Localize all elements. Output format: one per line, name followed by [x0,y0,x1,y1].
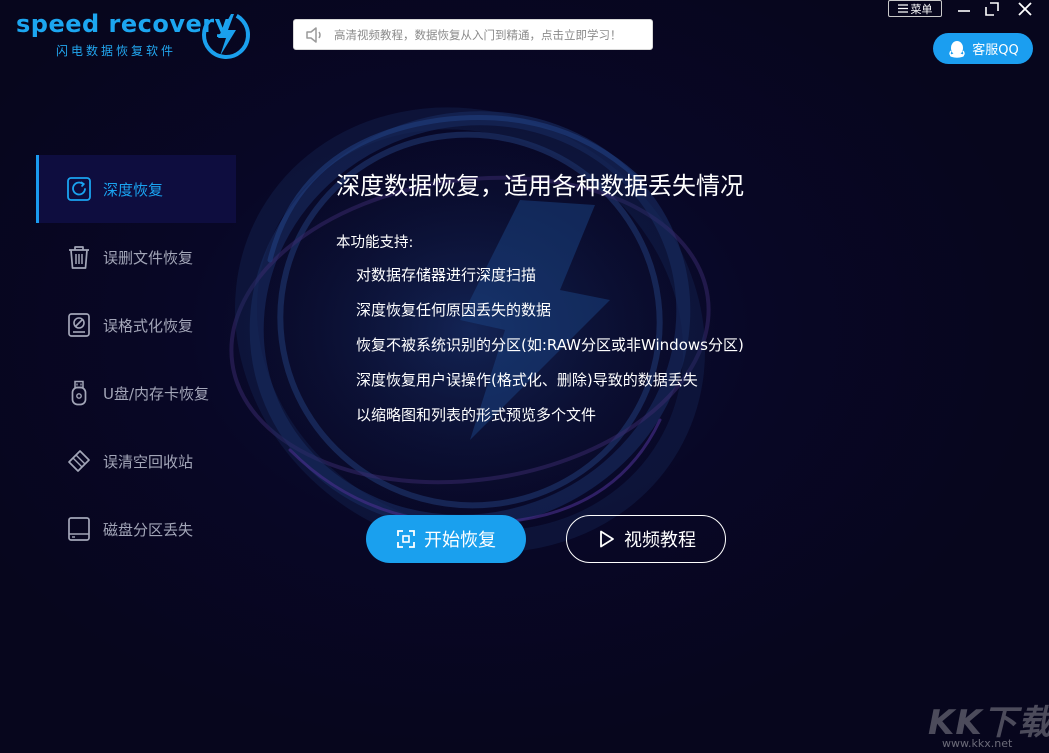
video-tutorial-label: 视频教程 [624,530,696,551]
list-item: 深度恢复用户误操作(格式化、删除)导致的数据丢失 [356,371,698,389]
sidebar-item-label: U盘/内存卡恢复 [103,384,210,403]
menu-button-label: 菜单 [910,2,933,16]
site-watermark: KK下载 www.kkx.net [928,695,1049,753]
lightning-logo-icon [202,11,250,59]
sidebar-item-label: 误删文件恢复 [103,248,194,267]
sidebar-item-label: 误清空回收站 [103,452,194,471]
logo-subtitle: 闪电数据恢复软件 [56,44,177,58]
list-item: 深度恢复任何原因丢失的数据 [356,301,552,319]
minimize-button[interactable] [954,0,974,18]
maximize-icon [985,2,999,16]
sidebar-item-label: 误格式化恢复 [103,316,194,335]
qq-penguin-icon [949,40,966,58]
play-icon [600,530,614,548]
notice-text: 高清视频教程，数据恢复从入门到精通，点击立即学习！ [334,27,622,42]
sidebar-item-usb-card-recovery[interactable]: U盘/内存卡恢复 [36,359,236,427]
list-item: 恢复不被系统识别的分区(如:RAW分区或非Windows分区) [356,336,744,354]
sidebar-item-label: 磁盘分区丢失 [103,520,194,539]
app-logo: speed recovery 闪电数据恢复软件 [16,8,256,60]
speaker-icon [306,26,321,43]
sidebar-nav: 深度恢复 误删文件恢复 误格式化恢复 U盘/内存卡恢复 误清空回收站 磁盘分区丢… [36,155,236,563]
feature-list: 对数据存储器进行深度扫描 深度恢复任何原因丢失的数据 恢复不被系统识别的分区(如… [356,264,744,439]
start-recovery-label: 开始恢复 [424,530,496,551]
video-tutorial-button[interactable]: 视频教程 [566,515,726,563]
sidebar-item-label: 深度恢复 [103,180,164,199]
disk-icon [68,517,90,541]
trash-icon [69,246,89,269]
close-icon [1018,2,1032,16]
customer-service-qq-button[interactable]: 客服QQ [933,33,1033,64]
format-disk-icon [68,313,90,337]
close-button[interactable] [1015,0,1035,18]
sidebar-item-deleted-files[interactable]: 误删文件恢复 [36,223,236,291]
usb-icon [71,380,87,406]
deep-recovery-icon [67,177,91,201]
menu-button[interactable]: 菜单 [888,0,942,17]
start-recovery-button[interactable]: 开始恢复 [366,515,526,563]
sidebar-item-formatted-recovery[interactable]: 误格式化恢复 [36,291,236,359]
hamburger-icon [897,4,908,13]
minimize-icon [958,10,970,12]
page-title: 深度数据恢复，适用各种数据丢失情况 [336,172,744,200]
maximize-button[interactable] [982,0,1002,18]
scan-icon [397,530,415,548]
tutorial-notice-bar[interactable]: 高清视频教程，数据恢复从入门到精通，点击立即学习！ [293,19,653,50]
sidebar-item-deep-recovery[interactable]: 深度恢复 [36,155,236,223]
eraser-icon [68,450,90,472]
support-heading: 本功能支持: [336,235,414,251]
sidebar-item-partition-lost[interactable]: 磁盘分区丢失 [36,495,236,563]
sidebar-item-recycle-bin[interactable]: 误清空回收站 [36,427,236,495]
list-item: 以缩略图和列表的形式预览多个文件 [356,406,597,424]
watermark-url: www.kkx.net [942,737,1013,750]
app-window: speed recovery 闪电数据恢复软件 高清视频教程，数据恢复从入门到精… [0,0,1049,753]
list-item: 对数据存储器进行深度扫描 [356,266,537,284]
qq-button-label: 客服QQ [972,43,1019,58]
